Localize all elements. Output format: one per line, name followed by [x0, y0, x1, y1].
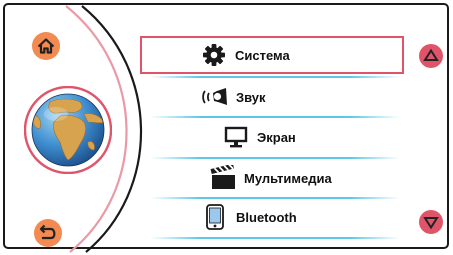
menu-item-bluetooth[interactable]: Bluetooth — [140, 198, 404, 236]
home-icon — [32, 32, 60, 60]
menu-item-sound-label: Звук — [236, 89, 266, 105]
settings-screen: Система Звук Экран Мультимедиа Bluetooth — [0, 0, 453, 255]
home-button[interactable] — [31, 31, 61, 66]
triangle-down-icon — [419, 210, 443, 234]
menu-item-bluetooth-label: Bluetooth — [236, 209, 297, 225]
menu-item-screen-label: Экран — [257, 129, 296, 145]
clapperboard-icon — [208, 164, 238, 192]
scroll-down-button[interactable] — [418, 209, 444, 240]
menu-item-system[interactable]: Система — [140, 36, 404, 74]
globe-icon — [23, 85, 113, 179]
phone-icon — [200, 203, 230, 231]
scroll-up-button[interactable] — [418, 43, 444, 74]
menu-separator — [150, 237, 400, 239]
menu-item-system-label: Система — [235, 47, 290, 63]
menu-item-multimedia-label: Мультимедиа — [244, 170, 332, 186]
triangle-up-icon — [419, 44, 443, 68]
menu-item-multimedia[interactable]: Мультимедиа — [140, 159, 404, 197]
monitor-icon — [221, 123, 251, 151]
back-button[interactable] — [33, 218, 63, 253]
gear-icon — [199, 41, 229, 69]
back-arrow-icon — [34, 219, 62, 247]
menu-item-sound[interactable]: Звук — [140, 78, 404, 116]
menu-item-screen[interactable]: Экран — [140, 118, 404, 156]
speaker-icon — [200, 83, 230, 111]
